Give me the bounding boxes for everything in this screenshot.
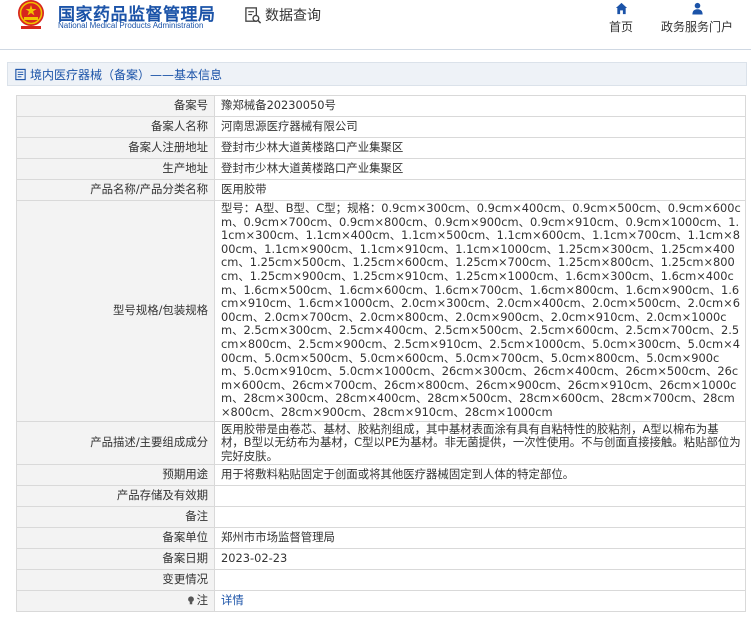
field-label: 注 <box>196 593 208 608</box>
field-value: 型号：A型、B型、C型；规格：0.9cm×300cm、0.9cm×400cm、0… <box>214 200 746 422</box>
table-row: 生产地址 登封市少林大道黄楼路口产业集聚区 <box>16 158 746 180</box>
field-value <box>214 506 746 529</box>
field-label: 产品描述/主要组成成分 <box>16 420 215 466</box>
note-label-cell: 注 <box>16 590 215 613</box>
field-value: 豫郑械备20230050号 <box>214 95 746 117</box>
header-divider <box>0 49 751 50</box>
field-value: 河南思源医疗器械有限公司 <box>214 116 746 138</box>
field-value: 2023-02-23 <box>214 548 746 571</box>
field-value: 医用胶带 <box>214 179 746 201</box>
breadcrumb-text: 境内医疗器械（备案）——基本信息 <box>30 67 223 82</box>
field-label: 型号规格/包装规格 <box>16 200 215 422</box>
nav-service-label: 政务服务门户 <box>660 20 733 34</box>
lightbulb-icon <box>187 596 194 605</box>
field-value: 医用胶带是由卷芯、基材、胶粘剂组成，其中基材表面涂有具有自粘特性的胶粘剂，A型以… <box>214 420 746 466</box>
field-label: 产品存储及有效期 <box>16 485 215 508</box>
field-label: 备注 <box>16 506 215 529</box>
table-row: 备案日期 2023-02-23 <box>16 548 746 571</box>
user-icon <box>691 2 703 15</box>
field-label: 备案号 <box>16 95 215 117</box>
table-row: 产品描述/主要组成成分 医用胶带是由卷芯、基材、胶粘剂组成，其中基材表面涂有具有… <box>16 420 746 466</box>
table-row: 型号规格/包装规格 型号：A型、B型、C型；规格：0.9cm×300cm、0.9… <box>16 200 746 422</box>
field-label: 预期用途 <box>16 464 215 487</box>
field-label: 生产地址 <box>16 158 215 180</box>
site-name-en[interactable]: National Medical Products Administration <box>58 21 203 30</box>
page-label: 数据查询 <box>265 8 321 24</box>
field-label: 备案单位 <box>16 527 215 550</box>
table-row: 备案单位 郑州市市场监督管理局 <box>16 527 746 550</box>
nav-service-portal[interactable]: 政务服务门户 <box>660 2 734 35</box>
field-value: 郑州市市场监督管理局 <box>214 527 746 550</box>
nav-home[interactable]: 首页 <box>606 2 636 35</box>
table-row: 备注 <box>16 506 746 529</box>
table-row: 变更情况 <box>16 569 746 592</box>
field-value <box>214 485 746 508</box>
table-row: 备案人名称 河南思源医疗器械有限公司 <box>16 116 746 138</box>
table-row: 备案号 豫郑械备20230050号 <box>16 95 746 117</box>
site-header: 国家药品监督管理局 National Medical Products Admi… <box>0 0 751 50</box>
details-link[interactable]: 详情 <box>214 590 746 613</box>
home-icon <box>615 2 627 15</box>
field-value <box>214 569 746 592</box>
page-label-group: 数据查询 <box>244 5 321 25</box>
table-row: 备案人注册地址 登封市少林大道黄楼路口产业集聚区 <box>16 137 746 159</box>
table-row: 产品名称/产品分类名称 医用胶带 <box>16 179 746 201</box>
field-label: 产品名称/产品分类名称 <box>16 179 215 201</box>
record-table: 备案号 豫郑械备20230050号 备案人名称 河南思源医疗器械有限公司 备案人… <box>16 95 746 613</box>
field-label: 备案人名称 <box>16 116 215 138</box>
field-label: 变更情况 <box>16 569 215 592</box>
field-value: 登封市少林大道黄楼路口产业集聚区 <box>214 137 746 159</box>
table-row: 预期用途 用于将敷料粘贴固定于创面或将其他医疗器械固定到人体的特定部位。 <box>16 464 746 487</box>
table-row: 产品存储及有效期 <box>16 485 746 508</box>
data-search-icon <box>245 6 262 24</box>
national-emblem-icon <box>18 0 44 29</box>
document-icon <box>15 68 26 80</box>
field-value: 登封市少林大道黄楼路口产业集聚区 <box>214 158 746 180</box>
breadcrumb: 境内医疗器械（备案）——基本信息 <box>7 62 747 86</box>
field-value: 用于将敷料粘贴固定于创面或将其他医疗器械固定到人体的特定部位。 <box>214 464 746 487</box>
field-label: 备案日期 <box>16 548 215 571</box>
nav-home-label: 首页 <box>608 20 633 34</box>
table-row: 注 详情 <box>16 590 746 613</box>
field-label: 备案人注册地址 <box>16 137 215 159</box>
